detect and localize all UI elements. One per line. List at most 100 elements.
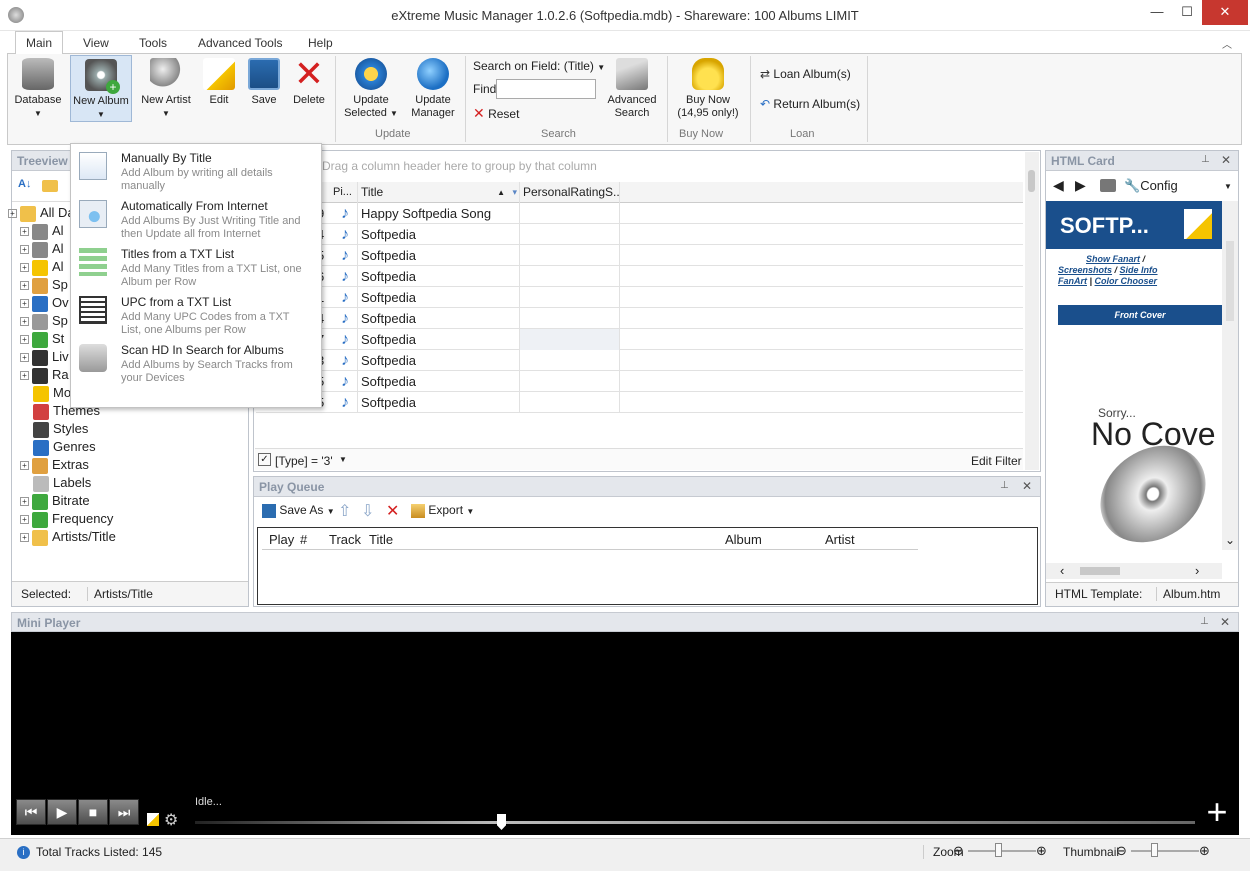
menu-automatically-from-internet[interactable]: Automatically From Internet Add Albums B… [71, 196, 321, 244]
tree-item[interactable]: + Frequency [20, 510, 113, 528]
tree-item[interactable]: Genres [20, 438, 96, 456]
col-rating-header[interactable]: PersonalRatingS... [520, 182, 620, 203]
table-row[interactable]: 5♪Softpedia [256, 392, 1023, 413]
play-queue-list[interactable]: Play # Track Title Album Artist [257, 527, 1038, 605]
expand-icon[interactable]: + [20, 497, 29, 507]
link-fanart[interactable]: FanArt [1058, 276, 1087, 286]
expand-icon[interactable]: + [20, 353, 29, 363]
save-button[interactable]: Save [245, 58, 283, 107]
expand-icon[interactable]: + [20, 461, 29, 471]
tab-view[interactable]: View [83, 36, 109, 50]
move-up-icon[interactable]: ⇧ [338, 501, 351, 521]
delete-button[interactable]: ✕ Delete [290, 56, 328, 107]
minimize-button[interactable]: — [1142, 0, 1172, 25]
zoom-slider[interactable] [968, 850, 1036, 852]
forward-icon[interactable]: ▶ [1075, 177, 1086, 194]
tree-item[interactable]: + Extras [20, 456, 89, 474]
expand-icon[interactable]: + [20, 317, 29, 327]
find-input[interactable] [496, 79, 596, 99]
filter-icon[interactable]: ▾ [512, 182, 517, 203]
remove-icon[interactable]: ✕ [386, 501, 399, 521]
chevron-left-icon[interactable]: ‹ [1060, 563, 1064, 578]
expand-icon[interactable]: + [20, 335, 29, 345]
zoom-out-icon[interactable]: ⊖ [953, 843, 964, 859]
thumbnail-larger-icon[interactable]: ⊕ [1199, 843, 1210, 859]
close-pane-icon[interactable]: ✕ [1220, 615, 1230, 629]
tab-help[interactable]: Help [308, 36, 333, 50]
tree-item[interactable]: + Bitrate [20, 492, 90, 510]
pin-icon[interactable]: ⊥ [1200, 616, 1209, 627]
pin-icon[interactable]: ⊥ [1201, 154, 1210, 165]
edit-filter-link[interactable]: Edit Filter [971, 454, 1022, 468]
buy-now-button[interactable]: Buy Now (14,95 only!) [673, 58, 743, 120]
update-manager-button[interactable]: Update Manager [405, 58, 461, 120]
new-artist-button[interactable]: New Artist ▼ [138, 58, 194, 120]
export-button[interactable]: Export ▼ [411, 503, 474, 518]
save-as-button[interactable]: Save As ▼ [262, 503, 335, 518]
update-selected-button[interactable]: Update Selected ▼ [342, 58, 400, 120]
chevron-down-icon[interactable]: ▼ [339, 455, 347, 464]
table-row[interactable]: 4♪Softpedia [256, 224, 1023, 245]
edit-button[interactable]: Edit [200, 58, 238, 107]
database-button[interactable]: Database ▼ [12, 58, 64, 120]
link-side-info[interactable]: Side Info [1120, 265, 1158, 275]
tree-item[interactable]: Labels [20, 474, 91, 492]
sort-az-icon[interactable]: A↓ [18, 178, 31, 190]
menu-scan-hd[interactable]: Scan HD In Search for Albums Add Albums … [71, 340, 321, 388]
table-row[interactable]: 5♪Softpedia [256, 245, 1023, 266]
tree-item[interactable]: + Al [20, 258, 64, 276]
expand-icon[interactable]: + [20, 227, 29, 237]
expand-icon[interactable]: + [20, 281, 29, 291]
table-row[interactable]: 1♪Softpedia [256, 287, 1023, 308]
print-icon[interactable] [1100, 179, 1116, 192]
zoom-in-icon[interactable]: ⊕ [1036, 843, 1047, 859]
col-title[interactable]: Title [369, 532, 393, 547]
config-button[interactable]: 🔧Config [1124, 178, 1178, 194]
close-pane-icon[interactable]: ✕ [1022, 479, 1032, 493]
seek-track[interactable] [195, 821, 1195, 824]
return-albums-button[interactable]: ↶ Return Album(s) [760, 97, 860, 111]
chevron-right-icon[interactable]: › [1195, 563, 1199, 578]
expand-icon[interactable]: + [20, 245, 29, 255]
play-button[interactable]: ▶ [47, 799, 77, 825]
expand-icon[interactable]: + [20, 533, 29, 543]
stop-button[interactable]: ■ [78, 799, 108, 825]
table-row[interactable]: 3♪Softpedia [256, 350, 1023, 371]
link-screenshots[interactable]: Screenshots [1058, 265, 1112, 275]
col-artist[interactable]: Artist [825, 532, 855, 547]
folder-icon[interactable] [42, 180, 58, 192]
table-row[interactable]: 7♪Softpedia [256, 329, 1023, 350]
gear-icon[interactable]: ⚙ [164, 810, 178, 830]
close-button[interactable]: ✕ [1202, 0, 1248, 25]
tree-item[interactable]: + Ov [20, 294, 69, 312]
col-title-header[interactable]: Title ▲ ▾ [358, 182, 520, 203]
menu-manually-by-title[interactable]: Manually By Title Add Album by writing a… [71, 148, 321, 196]
search-field-dropdown[interactable]: Search on Field: (Title) ▼ [473, 59, 605, 73]
notes-icon[interactable] [147, 813, 159, 826]
col-album[interactable]: Album [725, 532, 762, 547]
previous-button[interactable]: ⏮ [16, 799, 46, 825]
col-track[interactable]: Track [329, 532, 363, 547]
zoom-thumb[interactable] [995, 843, 1002, 857]
grid-scrollbar[interactable] [1025, 152, 1039, 470]
advanced-search-button[interactable]: Advanced Search [603, 58, 661, 120]
col-pi-header[interactable]: Pi... [330, 182, 358, 203]
tree-item[interactable]: + Al [20, 240, 64, 258]
tree-item[interactable]: + Sp [20, 276, 68, 294]
table-row[interactable]: 4♪Softpedia [256, 308, 1023, 329]
collapse-ribbon-icon[interactable]: ︿ [1222, 36, 1232, 51]
table-row[interactable]: 5♪Softpedia [256, 371, 1023, 392]
thumbnail-slider[interactable] [1131, 850, 1199, 852]
filter-checkbox[interactable]: ✓ [258, 453, 271, 466]
table-row[interactable]: 9♪Happy Softpedia Song [256, 203, 1023, 224]
close-pane-icon[interactable]: ✕ [1221, 153, 1231, 167]
reset-button[interactable]: ✕ Reset [473, 105, 519, 122]
fullscreen-icon[interactable]: + [1203, 794, 1231, 830]
chevron-down-icon[interactable]: ▼ [1224, 182, 1232, 191]
menu-titles-from-txt[interactable]: Titles from a TXT List Add Many Titles f… [71, 244, 321, 292]
maximize-button[interactable]: ☐ [1172, 0, 1202, 25]
tab-tools[interactable]: Tools [139, 36, 167, 50]
loan-albums-button[interactable]: ⇄ Loan Album(s) [760, 67, 851, 81]
thumbnail-smaller-icon[interactable]: ⊖ [1116, 843, 1127, 859]
chevron-down-icon[interactable]: ⌄ [1225, 533, 1235, 547]
